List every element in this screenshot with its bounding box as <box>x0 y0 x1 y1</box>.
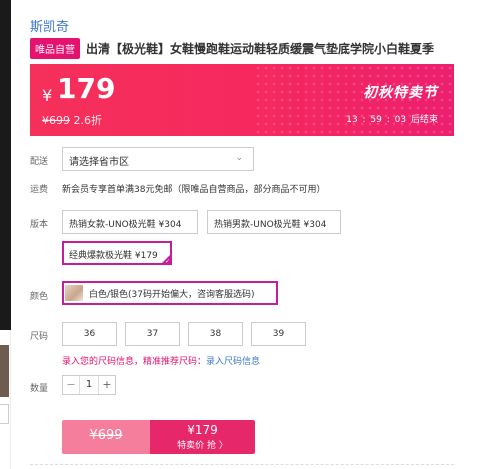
shipping-label: 运费 <box>30 185 49 195</box>
quantity-stepper: − 1 + <box>62 375 116 395</box>
size-info-link[interactable]: 录入尺码信息 <box>206 357 260 367</box>
buy-price: ¥179 <box>187 423 218 437</box>
original-price-button[interactable]: ¥699 <box>62 420 150 454</box>
shipping-info: 新会员专享首单满38元免邮（限唯品自营商品，部分商品不可用） <box>62 185 326 195</box>
price-banner: ¥ 179 ¥699 2.6折 初秋特卖节 13 : 59 : 03 后结束 <box>30 64 454 136</box>
price-currency: ¥ <box>42 86 53 105</box>
size-option-36[interactable]: 36 <box>62 322 117 346</box>
version-option-label: 经典爆款极光鞋 ¥179 <box>69 251 158 261</box>
main-image-edge <box>0 0 11 330</box>
size-label: 尺码 <box>30 332 49 342</box>
size-option-38[interactable]: 38 <box>188 322 243 346</box>
region-select-value: 请选择省市区 <box>69 157 129 168</box>
buy-action-label: 特卖价 抢 〉 <box>177 441 228 451</box>
bottom-divider <box>30 464 454 465</box>
size-tip: 录入您的尺码信息，精准推荐尺码：录入尺码信息 <box>62 354 260 367</box>
check-icon: ✓ <box>164 258 170 265</box>
product-title-row: 唯品自营 出清【极光鞋】女鞋慢跑鞋运动鞋轻质缓震气垫底学院小白鞋夏季 <box>30 38 434 59</box>
divider <box>10 330 11 469</box>
buy-original-price: ¥699 <box>89 428 123 443</box>
festival-title: 初秋特卖节 <box>363 85 438 101</box>
size-option-39[interactable]: 39 <box>251 322 306 346</box>
original-price: ¥699 <box>42 114 70 127</box>
chevron-down-icon: ⌄ <box>235 153 243 163</box>
version-option-men[interactable]: 热销男款-UNO极光鞋 ¥304 <box>207 210 341 234</box>
quantity-plus-button[interactable]: + <box>99 376 115 394</box>
buy-now-button[interactable]: ¥179 特卖价 抢 〉 <box>150 420 255 454</box>
version-option-label: 热销女款-UNO极光鞋 ¥304 <box>69 220 182 230</box>
product-title: 出清【极光鞋】女鞋慢跑鞋运动鞋轻质缓震气垫底学院小白鞋夏季 <box>86 42 435 56</box>
region-select[interactable]: 请选择省市区 ⌄ <box>62 147 254 171</box>
color-option-label: 白色/银色(37码开始偏大，咨询客服选码) <box>89 289 255 300</box>
color-swatch-image <box>65 285 83 301</box>
original-price-row: ¥699 2.6折 <box>42 112 102 128</box>
discount: 2.6折 <box>73 114 103 127</box>
quantity-label: 数量 <box>30 384 49 394</box>
countdown: 13 : 59 : 03 后结束 <box>346 115 438 125</box>
version-option-women[interactable]: 热销女款-UNO极光鞋 ¥304 <box>62 210 198 234</box>
countdown-hours: 13 <box>346 115 358 125</box>
brand-link[interactable]: 斯凯奇 <box>30 16 69 35</box>
version-label: 版本 <box>30 220 49 230</box>
color-label: 颜色 <box>30 292 49 302</box>
quantity-value[interactable]: 1 <box>79 376 99 394</box>
countdown-minutes: 59 <box>370 115 382 125</box>
self-operated-badge: 唯品自营 <box>30 38 80 59</box>
current-price: 179 <box>57 72 116 105</box>
delivery-label: 配送 <box>30 157 49 167</box>
size-tip-text: 录入您的尺码信息，精准推荐尺码： <box>62 357 207 367</box>
countdown-suffix: 后结束 <box>410 115 438 125</box>
countdown-seconds: 03 <box>394 115 407 125</box>
gallery-thumbnail[interactable] <box>0 345 9 397</box>
color-option-white-silver[interactable]: 白色/银色(37码开始偏大，咨询客服选码) <box>62 281 278 305</box>
gallery-thumbnail-2[interactable] <box>0 404 9 424</box>
quantity-minus-button[interactable]: − <box>63 376 79 394</box>
size-option-37[interactable]: 37 <box>125 322 180 346</box>
left-gallery-edge <box>0 0 11 469</box>
version-option-classic[interactable]: 经典爆款极光鞋 ¥179 ✓ <box>62 241 172 265</box>
version-option-label: 热销男款-UNO极光鞋 ¥304 <box>214 220 327 230</box>
